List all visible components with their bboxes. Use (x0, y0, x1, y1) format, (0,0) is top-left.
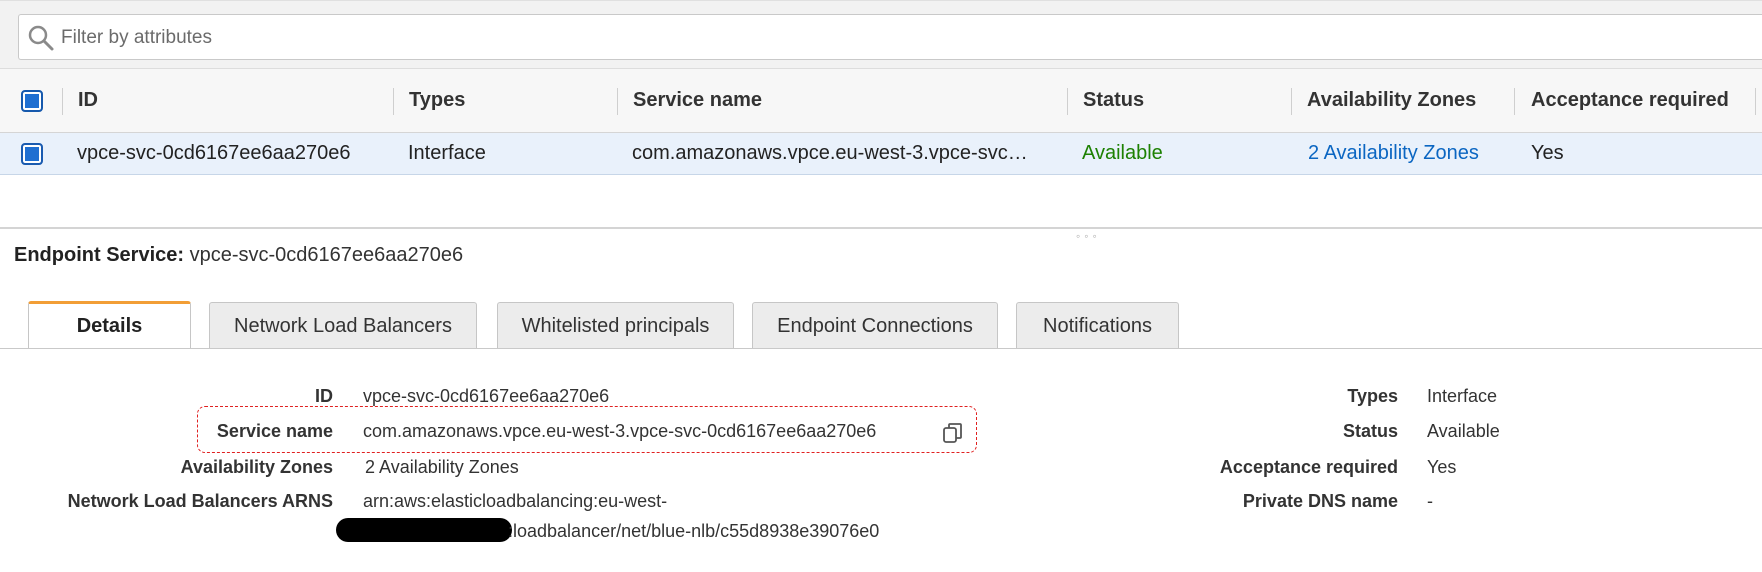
row-service-name: com.amazonaws.vpce.eu-west-3.vpce-svc… (632, 142, 1028, 164)
column-header-status[interactable]: Status (1083, 69, 1144, 132)
detail-value-nlb-arns-continued: :loadbalancer/net/blue-nlb/c55d8938e3907… (508, 521, 880, 541)
endpoint-service-value: vpce-svc-0cd6167ee6aa270e6 (189, 244, 464, 266)
detail-label-service-name: Service name (216, 421, 333, 441)
column-header-acceptance-required[interactable]: Acceptance required (1531, 69, 1729, 132)
redacted-block (336, 518, 512, 542)
tab-whitelisted-principals[interactable]: Whitelisted principals (497, 302, 734, 349)
row-acceptance: Yes (1531, 142, 1564, 164)
column-header-availability-zones[interactable]: Availability Zones (1307, 69, 1476, 132)
column-divider[interactable] (1291, 88, 1292, 115)
column-header-types[interactable]: Types (409, 69, 465, 132)
endpoint-service-title: Endpoint Service: vpce-svc-0cd6167ee6aa2… (14, 244, 463, 267)
row-type: Interface (408, 142, 486, 164)
detail-label-types: Types (1347, 386, 1398, 406)
detail-value-status: Available (1427, 421, 1500, 441)
copy-icon[interactable] (941, 421, 965, 445)
panel-splitter[interactable] (0, 227, 1762, 229)
select-all-checkbox[interactable] (21, 69, 43, 132)
detail-value-id: vpce-svc-0cd6167ee6aa270e6 (363, 386, 610, 406)
table-row[interactable]: vpce-svc-0cd6167ee6aa270e6 Interface com… (0, 133, 1762, 175)
filter-bar (0, 0, 1762, 68)
row-checkbox[interactable] (21, 133, 43, 174)
filter-input[interactable] (61, 25, 1061, 51)
search-icon (28, 25, 54, 51)
detail-label-status: Status (1342, 421, 1398, 441)
row-id: vpce-svc-0cd6167ee6aa270e6 (77, 142, 351, 164)
column-header-service-name[interactable]: Service name (633, 69, 762, 132)
detail-label-acceptance-required: Acceptance required (1219, 457, 1398, 477)
detail-label-id: ID (315, 386, 333, 406)
tab-endpoint-connections[interactable]: Endpoint Connections (752, 302, 998, 349)
column-divider[interactable] (1067, 88, 1068, 115)
tab-details[interactable]: Details (28, 301, 191, 349)
tabs-divider (0, 348, 1762, 349)
detail-label-private-dns-name: Private DNS name (1242, 491, 1398, 511)
splitter-handle-icon[interactable]: ◦◦◦ (1076, 229, 1101, 243)
column-divider[interactable] (617, 88, 618, 115)
row-availability-zones-link[interactable]: 2 Availability Zones (1308, 133, 1479, 174)
tab-notifications[interactable]: Notifications (1016, 302, 1179, 349)
column-header-id[interactable]: ID (78, 69, 98, 132)
column-divider[interactable] (1514, 88, 1515, 115)
detail-value-types: Interface (1427, 386, 1498, 406)
detail-value-nlb-arns: arn:aws:elasticloadbalancing:eu-west- (363, 491, 668, 511)
detail-value-service-name: com.amazonaws.vpce.eu-west-3.vpce-svc-0c… (363, 421, 877, 441)
table-header: ID Types Service name Status Availabilit… (0, 68, 1762, 133)
detail-value-acceptance-required: Yes (1427, 457, 1457, 477)
column-divider[interactable] (1755, 88, 1756, 115)
detail-label-availability-zones: Availability Zones (180, 457, 333, 477)
column-divider[interactable] (393, 88, 394, 115)
tab-network-load-balancers[interactable]: Network Load Balancers (209, 302, 477, 349)
detail-value-private-dns-name: - (1427, 491, 1433, 511)
column-divider[interactable] (62, 88, 63, 115)
detail-value-availability-zones-link[interactable]: 2 Availability Zones (365, 457, 519, 478)
endpoint-service-label: Endpoint Service: (14, 244, 185, 266)
filter-input-box[interactable] (18, 14, 1762, 60)
row-status: Available (1082, 142, 1163, 164)
detail-label-nlb-arns: Network Load Balancers ARNS (67, 491, 333, 511)
